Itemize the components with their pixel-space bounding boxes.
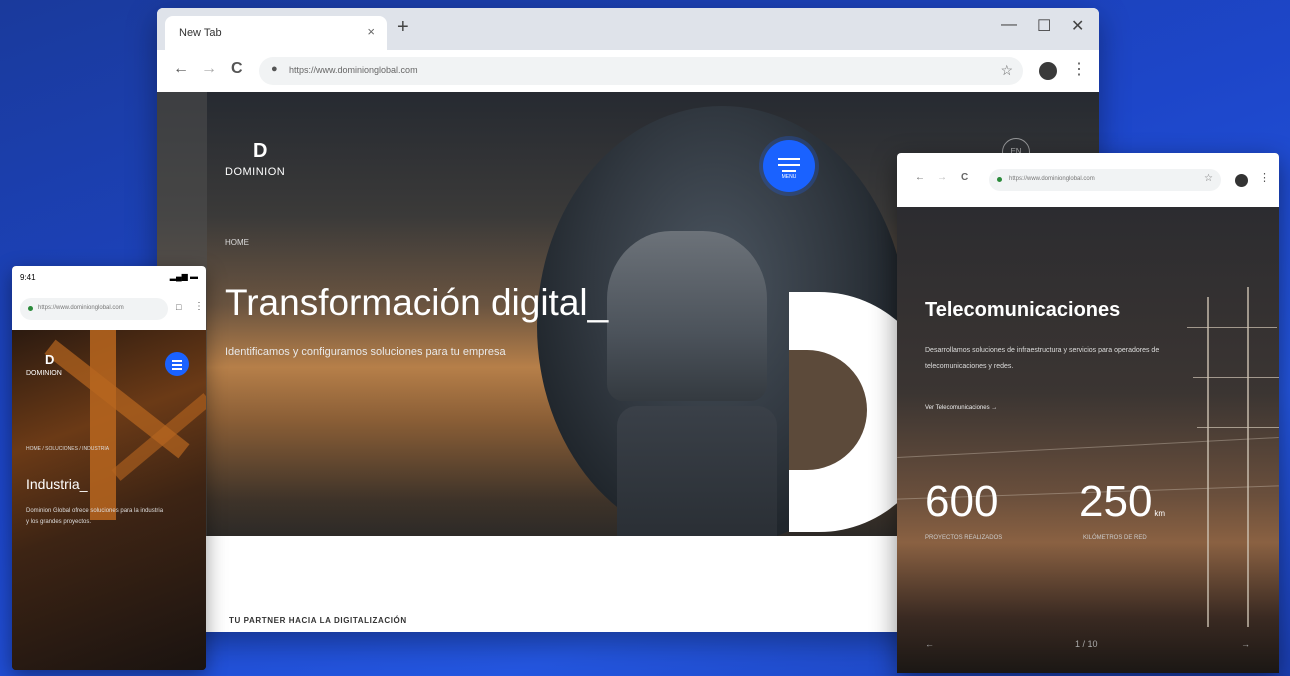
stat-label-2: KILÓMETROS DE RED	[1083, 535, 1147, 541]
dominion-logo-mark[interactable]: D	[253, 140, 267, 163]
secure-icon	[28, 306, 33, 311]
page-subtitle: Identificamos y configuramos soluciones …	[225, 346, 506, 358]
dominion-logo-text[interactable]: DOMINION	[225, 166, 285, 178]
prev-arrow-icon[interactable]: ←	[925, 639, 934, 649]
tablet-forward-icon[interactable]: →	[937, 172, 947, 183]
mobile-hero: D DOMINION HOME / SOLUCIONES / INDUSTRIA…	[12, 330, 206, 670]
mobile-logo-mark[interactable]: D	[45, 352, 54, 367]
tablet-hero: Telecomunicaciones Desarrollamos solucio…	[897, 207, 1279, 673]
dish-base	[617, 406, 777, 536]
section-heading: TU PARTNER HACIA LA DIGITALIZACIÓN	[229, 616, 407, 625]
tablet-url-text: https://www.dominionglobal.com	[1009, 176, 1095, 182]
tablet-page-title: Telecomunicaciones	[925, 299, 1121, 321]
tablet-description: Desarrollamos soluciones de infraestruct…	[925, 347, 1160, 370]
minimize-icon[interactable]: —	[1001, 16, 1017, 34]
tab-strip: New Tab × + — ☐ ✕	[157, 8, 1099, 50]
mobile-logo-text[interactable]: DOMINION	[26, 370, 62, 377]
mobile-address-bar[interactable]: https://www.dominionglobal.com	[20, 298, 168, 320]
breadcrumb[interactable]: HOME	[225, 238, 249, 247]
hamburger-line	[778, 158, 800, 160]
power-pylon	[1247, 287, 1249, 627]
mobile-url-text: https://www.dominionglobal.com	[38, 305, 124, 311]
profile-avatar-icon[interactable]	[1039, 62, 1057, 80]
mobile-page-title: Industria_	[26, 476, 88, 492]
status-bar: 9:41 ▂▄▆ ▬	[12, 266, 206, 290]
steel-beam	[90, 330, 116, 520]
mobile-description: Dominion Global ofrece soluciones para l…	[26, 508, 164, 525]
tablet-back-icon[interactable]: ←	[915, 172, 925, 183]
mobile-menu-icon[interactable]: ⋮	[194, 301, 204, 312]
tablet-address-bar[interactable]: https://www.dominionglobal.com ☆	[989, 169, 1221, 191]
maximize-icon[interactable]: ☐	[1037, 16, 1051, 36]
reload-icon[interactable]: C	[231, 60, 243, 78]
tablet-secure-icon	[997, 177, 1002, 182]
page-title: Transformación digital_	[225, 282, 609, 323]
mobile-menu-button[interactable]	[165, 352, 189, 376]
new-tab-icon[interactable]: +	[397, 16, 409, 39]
tablet-browser-window: ← → C https://www.dominionglobal.com ☆ ⋮…	[897, 153, 1279, 673]
power-line	[897, 437, 1279, 458]
status-time: 9:41	[20, 273, 36, 282]
mobile-browser-window: 9:41 ▂▄▆ ▬ https://www.dominionglobal.co…	[12, 266, 206, 670]
address-bar[interactable]: ● https://www.dominionglobal.com ☆	[259, 57, 1023, 85]
tablet-reload-icon[interactable]: C	[961, 172, 968, 183]
stat-label-1: PROYECTOS REALIZADOS	[925, 535, 1003, 541]
tablet-bookmark-icon[interactable]: ☆	[1204, 173, 1213, 184]
browser-tab[interactable]: New Tab ×	[165, 16, 387, 50]
stat-unit-2: km	[1154, 509, 1166, 518]
menu-label: MENU	[781, 174, 797, 180]
tabs-icon[interactable]: □	[176, 302, 181, 312]
pylon-arm	[1193, 377, 1279, 378]
stat-value-1: 600	[925, 477, 999, 526]
pylon-arm	[1197, 427, 1279, 428]
bookmark-star-icon[interactable]: ☆	[1000, 62, 1013, 79]
tab-title: New Tab	[179, 27, 222, 39]
tablet-profile-icon[interactable]	[1235, 174, 1248, 187]
hamburger-line	[778, 164, 800, 166]
dish-receiver	[607, 231, 767, 401]
lock-icon: ●	[271, 63, 278, 75]
pager-text: 1 / 10	[1075, 639, 1098, 649]
hamburger-line	[172, 368, 182, 370]
forward-icon[interactable]: →	[201, 60, 217, 78]
hamburger-line	[782, 170, 796, 172]
window-close-icon[interactable]: ✕	[1071, 16, 1084, 36]
stat-value-2-number: 250	[1079, 477, 1153, 526]
mobile-toolbar: https://www.dominionglobal.com □ ⋮	[12, 290, 206, 331]
mobile-breadcrumb[interactable]: HOME / SOLUCIONES / INDUSTRIA	[26, 446, 109, 452]
pylon-arm	[1187, 327, 1277, 328]
stat-value-2: 250 km	[1079, 477, 1165, 527]
tablet-more-link[interactable]: Ver Telecomunicaciones →	[925, 405, 997, 411]
brand-d-hole	[789, 350, 867, 470]
power-pylon	[1207, 297, 1209, 627]
tab-close-icon[interactable]: ×	[367, 24, 375, 39]
menu-button[interactable]: MENU	[763, 140, 815, 192]
hamburger-line	[172, 364, 182, 366]
url-text: https://www.dominionglobal.com	[289, 65, 418, 75]
tablet-toolbar: ← → C https://www.dominionglobal.com ☆ ⋮	[897, 153, 1279, 208]
browser-menu-icon[interactable]: ⋮	[1071, 59, 1087, 79]
browser-toolbar: ← → C ● https://www.dominionglobal.com ☆…	[157, 50, 1099, 93]
next-arrow-icon[interactable]: →	[1241, 639, 1250, 649]
back-icon[interactable]: ←	[173, 60, 189, 78]
tablet-menu-icon[interactable]: ⋮	[1259, 171, 1270, 184]
hamburger-line	[172, 360, 182, 362]
signal-battery-icon: ▂▄▆ ▬	[169, 272, 198, 281]
